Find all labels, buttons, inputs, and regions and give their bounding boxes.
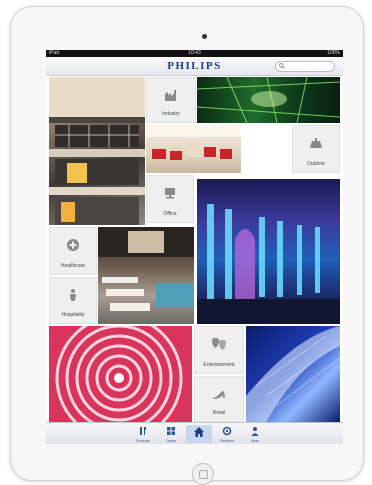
category-healthcare-label: Healthcare — [60, 263, 86, 269]
photo-green-tunnel[interactable] — [197, 77, 340, 123]
high-heel-icon — [213, 391, 225, 399]
spa-illustration — [98, 227, 194, 311]
app-screen: iPad 10:43 100% PHILIPS Industry Outdoor… — [46, 50, 343, 444]
home-hardware-button[interactable] — [192, 463, 214, 485]
category-hospitality[interactable]: Hospitality — [49, 277, 97, 324]
building-illustration — [49, 77, 145, 225]
category-entertainment[interactable]: Entertainment — [194, 326, 244, 374]
tab-services-label: Services — [220, 439, 234, 443]
search-input[interactable] — [275, 61, 335, 72]
lobby-illustration — [146, 125, 241, 160]
category-hospitality-label: Hospitality — [61, 312, 85, 318]
category-industry-label: Industry — [162, 111, 180, 117]
photo-lobby-interior[interactable] — [146, 125, 241, 173]
office-monitor-icon — [165, 188, 175, 199]
theater-masks-icon — [212, 338, 226, 350]
category-outdoor[interactable]: Outdoor — [292, 125, 340, 173]
curved-roof-illustration — [246, 326, 340, 422]
camera-dot — [202, 34, 207, 39]
tab-cases[interactable]: Cases — [158, 425, 184, 443]
photo-spa-loungers[interactable] — [98, 227, 194, 324]
search-icon — [279, 63, 285, 69]
category-industry[interactable]: Industry — [146, 77, 196, 123]
healthcare-cross-icon — [67, 239, 79, 251]
tools-icon — [140, 427, 146, 435]
hospitality-person-icon — [70, 289, 76, 301]
grid-icon — [167, 427, 175, 435]
tab-more[interactable]: More — [242, 425, 268, 443]
tunnel-lights-illustration — [197, 77, 340, 123]
category-outdoor-label: Outdoor — [306, 161, 326, 167]
services-icon — [222, 426, 232, 436]
category-entertainment-label: Entertainment — [203, 362, 235, 368]
category-retail[interactable]: Retail — [194, 376, 244, 422]
clock-label: 10:43 — [188, 50, 201, 56]
tab-products-label: Products — [136, 439, 150, 443]
home-icon — [194, 427, 204, 437]
outdoor-lamp-icon — [310, 138, 322, 148]
photo-building-balconies[interactable] — [49, 77, 145, 225]
bottom-tab-bar: Products Cases Services More — [46, 422, 343, 444]
photo-pink-concentric-ceiling[interactable] — [49, 326, 192, 422]
concentric-rings-illustration — [49, 326, 192, 422]
tab-services[interactable]: Services — [214, 425, 240, 443]
photo-blue-lit-facade[interactable] — [197, 179, 340, 324]
facade-columns-illustration — [197, 204, 340, 324]
category-retail-label: Retail — [212, 410, 226, 416]
category-healthcare[interactable]: Healthcare — [49, 227, 97, 275]
tab-cases-label: Cases — [166, 439, 176, 443]
tab-more-label: More — [251, 439, 259, 443]
photo-blue-architecture[interactable] — [246, 326, 340, 422]
category-office-label: Office — [163, 211, 177, 217]
tab-home[interactable] — [186, 425, 212, 443]
tab-products[interactable]: Products — [130, 425, 156, 443]
factory-icon — [165, 90, 176, 101]
category-office[interactable]: Office — [146, 175, 194, 223]
top-nav-bar: PHILIPS — [46, 57, 343, 76]
person-icon — [251, 427, 259, 436]
battery-label: 100% — [327, 50, 340, 56]
status-bar: iPad 10:43 100% — [46, 50, 343, 57]
